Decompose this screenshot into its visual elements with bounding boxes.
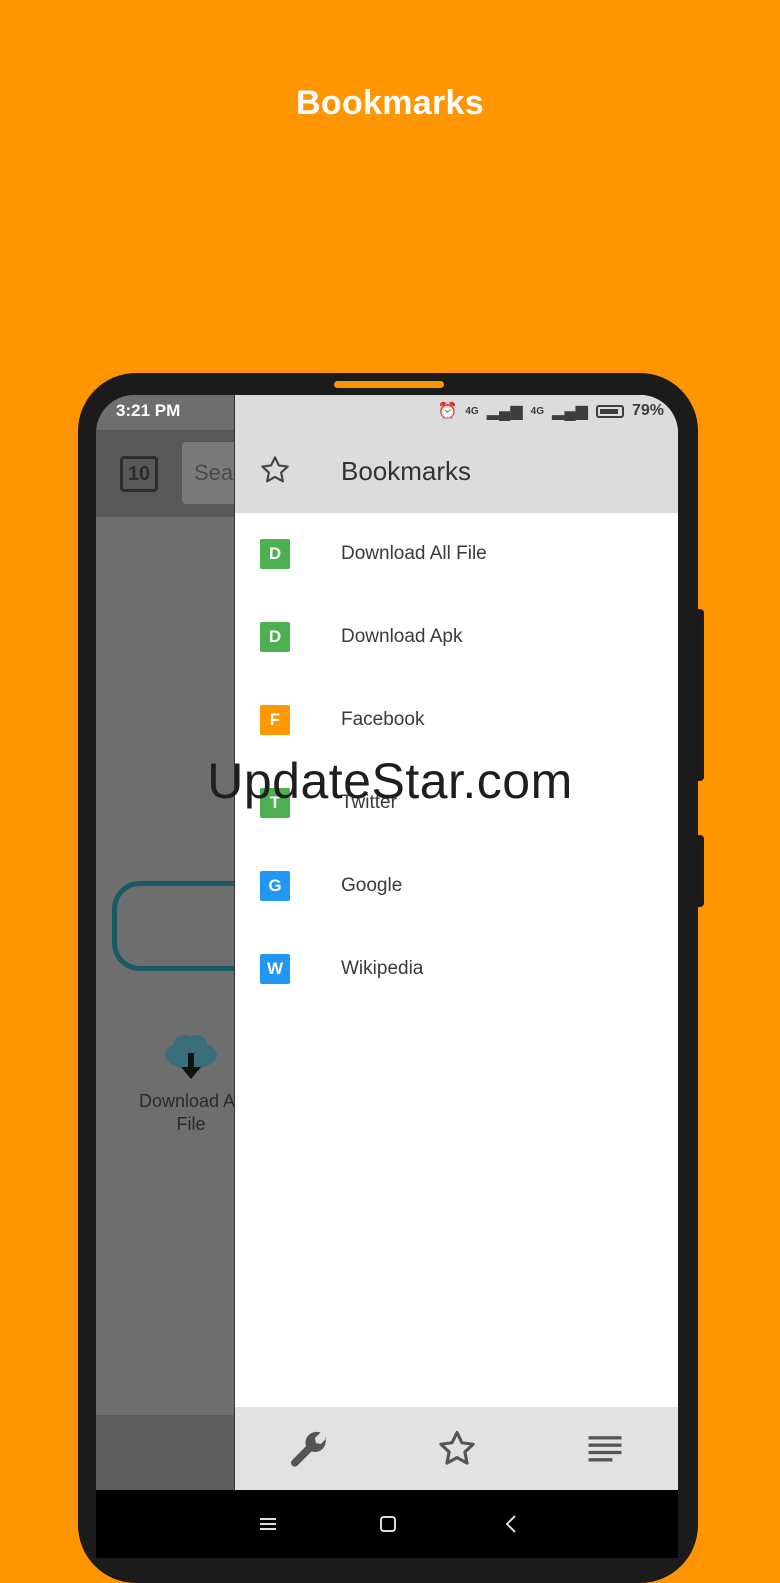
watermark: UpdateStar.com	[207, 753, 573, 809]
star-icon[interactable]	[435, 1427, 479, 1471]
bookmark-label: Wikipedia	[341, 958, 424, 979]
star-icon	[261, 456, 289, 483]
drawer-tab-bar	[235, 1407, 678, 1490]
wrench-icon[interactable]	[287, 1427, 331, 1471]
bookmark-favicon: W	[260, 954, 290, 984]
status-time: 3:21 PM	[116, 401, 181, 420]
list-icon[interactable]	[583, 1427, 627, 1471]
net-label-1: 4G	[465, 405, 479, 417]
net-label-2: 4G	[530, 405, 545, 417]
bookmark-item[interactable]: W Wikipedia	[235, 928, 678, 1011]
status-icons: ⏰ 4G ▂▄▆ 4G ▂▄▆ 79%	[437, 401, 664, 421]
bookmarks-drawer: Bookmarks D Download All File D Download Ap…	[234, 395, 678, 1490]
bookmark-favicon: D	[260, 539, 290, 569]
tab-count-button[interactable]: 10	[120, 456, 158, 492]
menu-icon[interactable]	[256, 1512, 280, 1536]
navigation-bar	[96, 1490, 678, 1558]
signal-icon: ▂▄▆	[552, 403, 588, 420]
battery-level: 79%	[631, 402, 664, 419]
bookmark-label: Download Apk	[341, 626, 463, 647]
battery-icon	[595, 404, 624, 418]
bookmark-favicon: D	[260, 622, 290, 652]
drawer-header: Bookmarks	[235, 430, 678, 513]
bookmark-item[interactable]: G Google	[235, 845, 678, 928]
signal-icon: ▂▄▆	[486, 403, 523, 420]
phone-frame: 10 Sea Download All File Bookmarks D Dow…	[78, 373, 704, 1583]
back-icon[interactable]	[500, 1512, 524, 1536]
power-button	[696, 835, 704, 907]
bookmark-favicon: F	[260, 705, 290, 735]
bookmark-item[interactable]: D Download Apk	[235, 596, 678, 679]
phone-screen: 10 Sea Download All File Bookmarks D Dow…	[96, 395, 678, 1490]
bookmark-label: Google	[341, 875, 403, 896]
promo-title: Bookmarks	[296, 84, 484, 122]
alarm-icon: ⏰	[437, 403, 458, 420]
cloud-download-icon	[165, 1035, 217, 1079]
phone-notch	[334, 381, 444, 388]
home-icon[interactable]	[376, 1512, 400, 1536]
status-bar: 3:21 PM ⏰ 4G ▂▄▆ 4G ▂▄▆ 79%	[96, 395, 678, 430]
bookmark-favicon: G	[260, 871, 290, 901]
drawer-title: Bookmarks	[341, 456, 472, 486]
bookmark-item[interactable]: F Facebook	[235, 679, 678, 762]
bookmark-label: Facebook	[341, 709, 425, 730]
bookmark-item[interactable]: D Download All File	[235, 513, 678, 596]
bookmark-label: Download All File	[341, 543, 487, 564]
